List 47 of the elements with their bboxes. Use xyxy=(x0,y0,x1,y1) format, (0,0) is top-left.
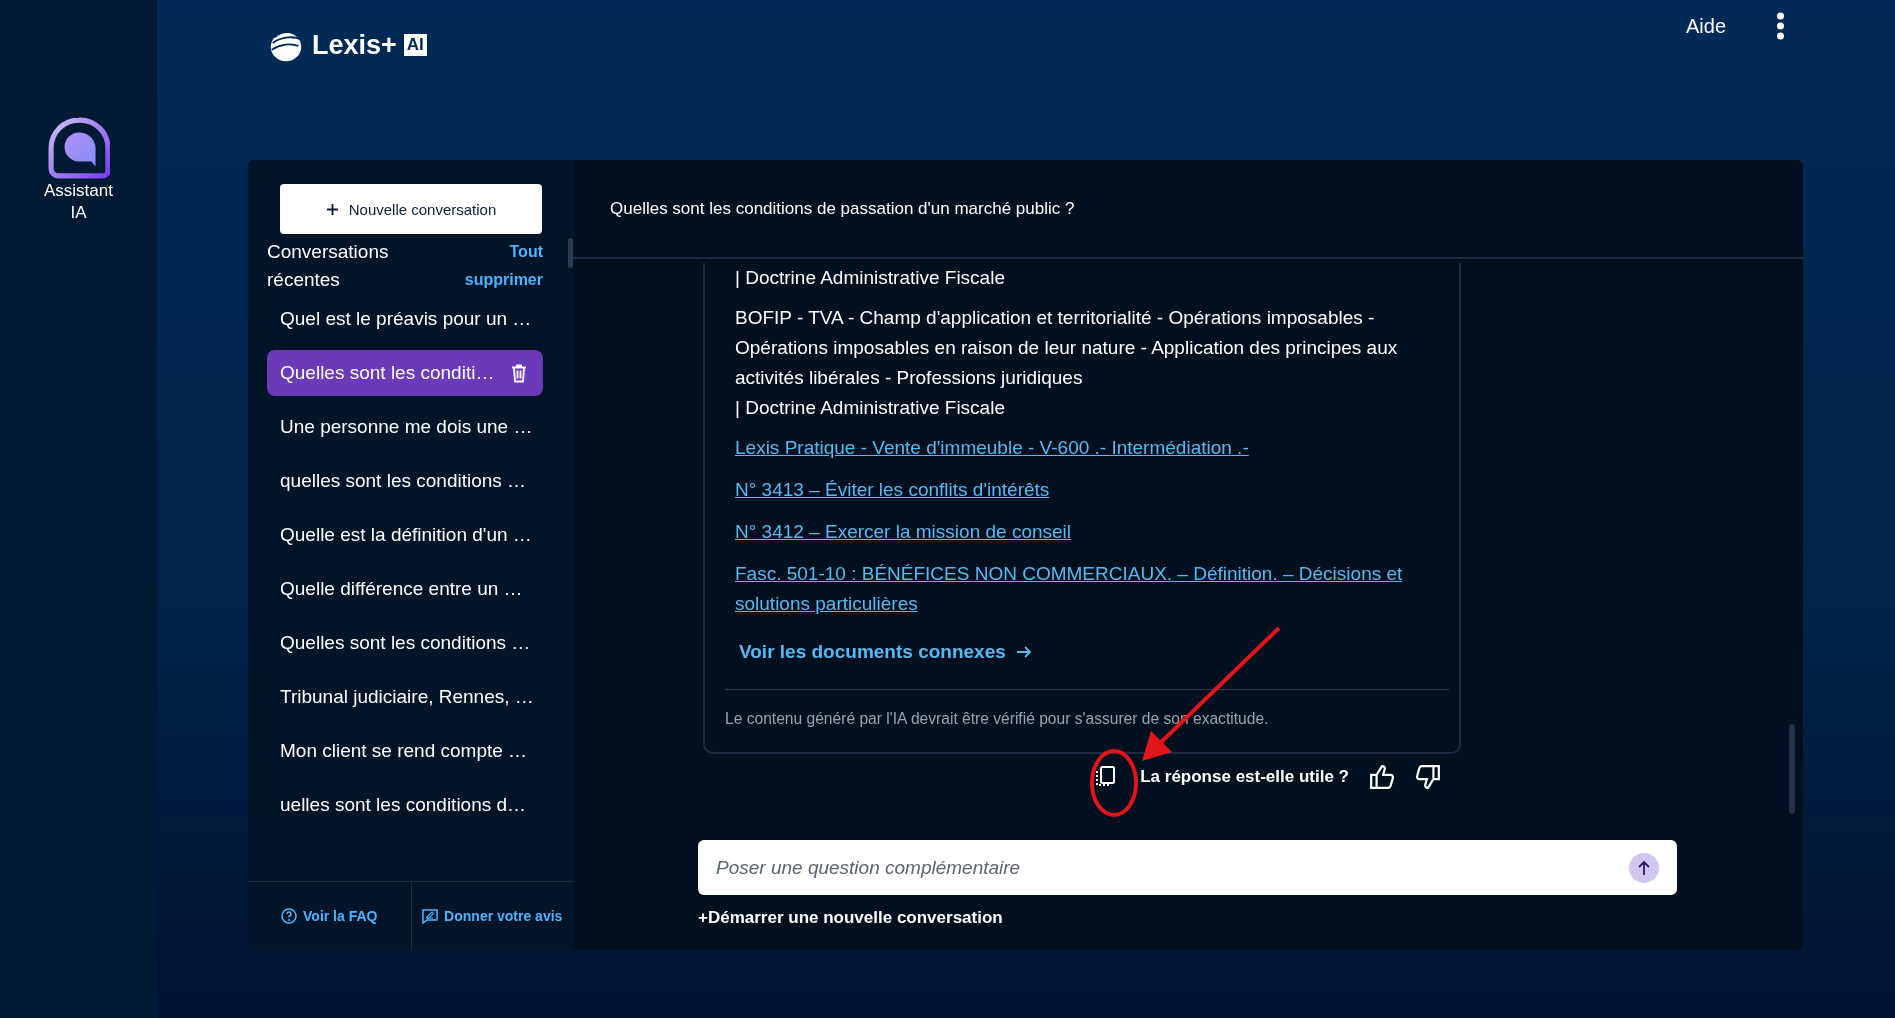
arrow-up-icon xyxy=(1638,859,1650,876)
source-text: BOFIP - TVA - Champ d'application et territorialité - Opérations imposables - Opérations imposables en raison de leur nature - Application des principes aux activités libérales - Professions juridiques xyxy=(735,306,1399,390)
conversation-item[interactable]: uelles sont les conditions d… xyxy=(267,782,543,828)
feedback-icon xyxy=(422,908,439,924)
conversation-item[interactable]: Tribunal judiciaire, Rennes, … xyxy=(267,674,543,720)
document-link[interactable]: N° 3413 – Éviter les conflits d'intérêts xyxy=(735,475,1439,505)
document-link[interactable]: Fasc. 501-10 : BÉNÉFICES NON COMMERCIAUX. – Définition. – Décisions et solutions particulières xyxy=(735,559,1439,619)
source-label: | Doctrine Administrative Fiscale xyxy=(735,396,1006,420)
feedback-prompt: La réponse est-elle utile ? xyxy=(1140,767,1349,787)
chat-bubble-icon xyxy=(47,116,110,180)
brand-name: Lexis+ xyxy=(312,29,397,61)
conversation-item[interactable]: Mon client se rend compte … xyxy=(267,728,543,774)
brand-badge: AI xyxy=(403,34,427,56)
help-link[interactable]: Aide xyxy=(1685,14,1726,38)
thumbs-up-icon[interactable] xyxy=(1369,764,1395,790)
source-text: | Doctrine Administrative Fiscale xyxy=(735,266,1006,290)
help-icon xyxy=(281,908,298,924)
document-link[interactable]: Lexis Pratique - Vente d'immeuble - V-600 .- Intermédiation .- xyxy=(735,433,1439,463)
conversation-item[interactable]: quelles sont les conditions … xyxy=(267,458,543,504)
conversation-item[interactable]: Quelle différence entre un … xyxy=(267,566,543,612)
conversation-item[interactable]: Quelles sont les conditi… xyxy=(267,350,543,396)
annotation-circle xyxy=(1090,749,1138,817)
copy-icon[interactable] xyxy=(1094,765,1117,789)
plus-icon xyxy=(325,202,339,216)
conversation-item[interactable]: Une personne me dois une … xyxy=(267,404,543,450)
question-field[interactable]: Poser une question complémentaire xyxy=(698,840,1677,895)
document-link[interactable]: N° 3412 – Exercer la mission de conseil xyxy=(735,517,1439,547)
related-documents-link[interactable]: Voir les documents connexes xyxy=(739,641,1032,663)
feedback-link[interactable]: Donner votre avis xyxy=(410,882,573,950)
section-heading: Conversations récentes xyxy=(267,240,390,292)
conversation-item[interactable]: Quelles sont les conditions … xyxy=(267,620,543,666)
trash-icon[interactable] xyxy=(511,363,527,383)
delete-all-link[interactable]: Tout supprimer xyxy=(453,238,543,294)
assistant-nav-item[interactable]: Assistant IA xyxy=(38,116,119,224)
new-conversation-link[interactable]: +Démarrer une nouvelle conversation xyxy=(698,908,1803,928)
question-input[interactable]: Poser une question complémentaire xyxy=(714,855,1629,880)
scrollbar[interactable] xyxy=(1789,724,1795,814)
arrow-right-icon xyxy=(1015,645,1032,659)
faq-link[interactable]: Voir la FAQ xyxy=(248,882,411,950)
more-menu-icon[interactable] xyxy=(1776,12,1785,40)
send-button[interactable] xyxy=(1629,852,1659,883)
conversation-item[interactable]: Quelle est la définition d'un … xyxy=(267,512,543,558)
thumbs-down-icon[interactable] xyxy=(1415,764,1441,790)
scrollbar[interactable] xyxy=(568,238,573,268)
conversation-item[interactable]: Quel est le préavis pour un … xyxy=(267,296,543,342)
new-conversation-button[interactable]: Nouvelle conversation xyxy=(280,184,542,234)
question-title: Quelles sont les conditions de passation d'un marché public ? xyxy=(573,160,1803,259)
